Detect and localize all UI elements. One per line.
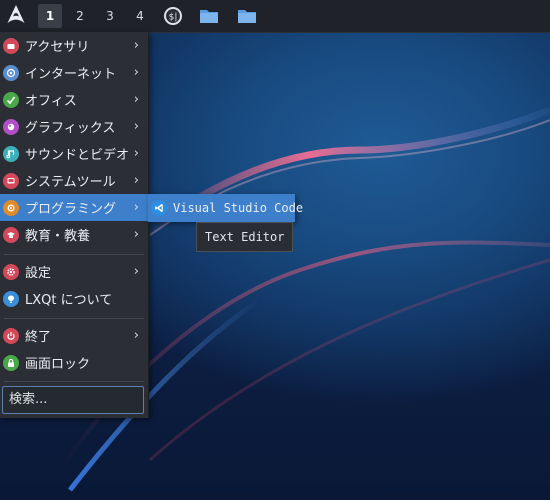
menu-item-system-tools[interactable]: システムツール ›	[0, 167, 148, 194]
start-menu-button[interactable]	[0, 0, 32, 32]
menu-item-label: 設定	[25, 266, 52, 281]
search-input[interactable]: 検索...	[2, 386, 144, 414]
chevron-right-icon: ›	[133, 328, 139, 343]
development-icon	[3, 199, 19, 216]
menu-item-leave[interactable]: 終了 ›	[0, 322, 148, 349]
office-icon	[3, 91, 19, 108]
internet-icon	[3, 64, 19, 81]
arch-logo-icon	[6, 4, 26, 28]
menu-item-label: グラフィックス	[25, 121, 116, 136]
system-tools-icon	[3, 172, 19, 189]
menu-item-education[interactable]: 教育・教養 ›	[0, 221, 148, 248]
chevron-right-icon: ›	[133, 119, 139, 134]
menu-item-label: 終了	[25, 330, 52, 345]
menu-item-internet[interactable]: インターネット ›	[0, 59, 148, 86]
about-icon	[3, 290, 19, 307]
lock-icon	[3, 354, 19, 371]
menu-item-office[interactable]: オフィス ›	[0, 86, 148, 113]
chevron-right-icon: ›	[133, 264, 139, 279]
workspace-1-button[interactable]: 1	[38, 4, 62, 28]
menu-item-settings[interactable]: 設定 ›	[0, 258, 148, 285]
tooltip: Text Editor	[196, 222, 294, 252]
menu-separator	[4, 318, 144, 319]
chevron-right-icon: ›	[133, 65, 139, 80]
menu-item-label: システムツール	[25, 175, 116, 190]
menu-item-label: 教育・教養	[25, 229, 91, 244]
menu-item-graphics[interactable]: グラフィックス ›	[0, 113, 148, 140]
menu-item-label: 画面ロック	[25, 357, 91, 372]
menu-separator	[4, 381, 144, 382]
chevron-right-icon: ›	[133, 146, 139, 161]
folder-icon[interactable]	[198, 6, 220, 26]
menu-item-lock-screen[interactable]: 画面ロック	[0, 349, 148, 376]
menu-item-label: Visual Studio Code	[173, 201, 304, 215]
programming-submenu: Visual Studio Code	[148, 194, 303, 222]
chevron-right-icon: ›	[133, 200, 139, 215]
menu-item-about-lxqt[interactable]: LXQt について	[0, 285, 148, 312]
settings-icon	[3, 263, 19, 280]
menu-separator	[4, 254, 144, 255]
menu-item-label: オフィス	[25, 94, 77, 109]
chevron-right-icon: ›	[133, 227, 139, 242]
multimedia-icon	[3, 145, 19, 162]
sysmonitor-icon[interactable]: $|	[162, 6, 184, 26]
education-icon	[3, 226, 19, 243]
graphics-icon	[3, 118, 19, 135]
workspace-2-button[interactable]: 2	[68, 4, 92, 28]
menu-item-development[interactable]: プログラミング ›	[0, 194, 148, 221]
menu-item-label: プログラミング	[25, 202, 117, 217]
menu-item-label: インターネット	[25, 67, 117, 82]
application-menu: アクセサリ › インターネット › オフィス › グラフィックス › サウンドと…	[0, 32, 149, 418]
folder-icon[interactable]	[236, 6, 258, 26]
vscode-icon	[151, 200, 167, 216]
menu-item-label: LXQt について	[25, 293, 113, 308]
chevron-right-icon: ›	[133, 92, 139, 107]
submenu-item-vscode[interactable]: Visual Studio Code	[148, 194, 303, 222]
menu-item-multimedia[interactable]: サウンドとビデオ ›	[0, 140, 148, 167]
menu-item-label: サウンドとビデオ	[25, 148, 130, 163]
power-icon	[3, 327, 19, 344]
svg-text:$|: $|	[169, 13, 178, 23]
accessories-icon	[3, 37, 19, 54]
menu-item-label: アクセサリ	[25, 40, 90, 55]
workspace-4-button[interactable]: 4	[128, 4, 152, 28]
workspace-3-button[interactable]: 3	[98, 4, 122, 28]
menu-item-accessories[interactable]: アクセサリ ›	[0, 32, 148, 59]
chevron-right-icon: ›	[133, 38, 139, 53]
chevron-right-icon: ›	[133, 173, 139, 188]
top-panel: 1 2 3 4 $|	[0, 0, 550, 33]
